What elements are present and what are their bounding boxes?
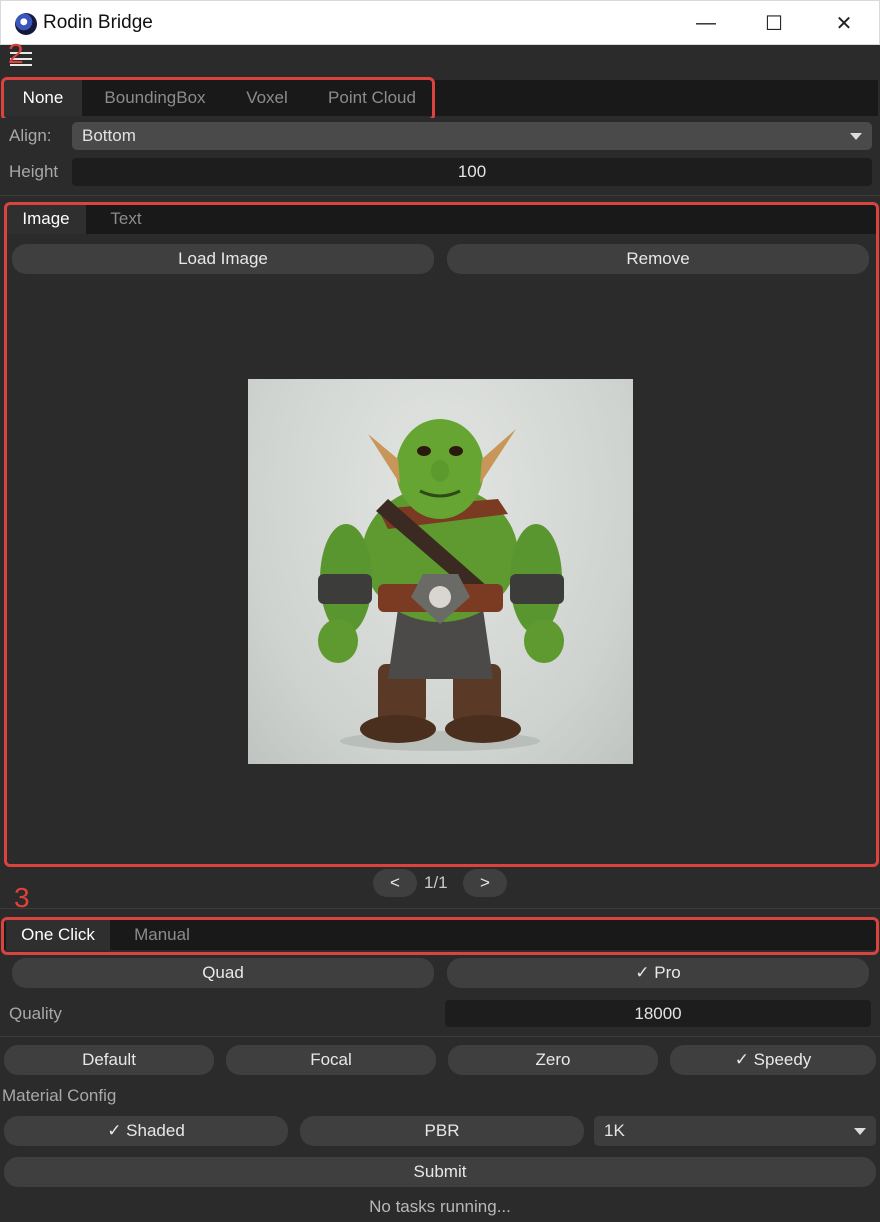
annotation-number-2: 2 <box>8 38 24 69</box>
minimize-button[interactable]: — <box>671 1 741 45</box>
maximize-button[interactable]: ☐ <box>739 1 809 45</box>
focal-preset-button[interactable]: Focal <box>226 1045 436 1075</box>
align-value: Bottom <box>82 126 136 145</box>
window-title: Rodin Bridge <box>43 12 153 33</box>
chevron-down-icon <box>854 1128 866 1135</box>
shaded-button[interactable]: ✓ Shaded <box>4 1116 288 1146</box>
submit-button[interactable]: Submit <box>4 1157 876 1187</box>
resolution-value: 1K <box>604 1121 625 1140</box>
annotation-box-2 <box>1 77 435 121</box>
align-label: Align: <box>9 126 52 145</box>
zero-preset-button[interactable]: Zero <box>448 1045 658 1075</box>
next-image-button[interactable]: > <box>463 869 507 897</box>
menu-bar <box>0 45 880 77</box>
annotation-box-3 <box>1 917 879 955</box>
pbr-button[interactable]: PBR <box>300 1116 584 1146</box>
close-button[interactable]: ✕ <box>809 1 879 45</box>
divider <box>0 195 880 196</box>
page-indicator: 1/1 <box>424 873 448 892</box>
speedy-preset-button[interactable]: ✓ Speedy <box>670 1045 876 1075</box>
chevron-down-icon <box>850 133 862 140</box>
material-config-label: Material Config <box>2 1086 117 1105</box>
bbox-settings: Align: Bottom Height 100 <box>0 118 880 194</box>
prev-image-button[interactable]: < <box>373 869 417 897</box>
title-bar: Rodin Bridge — ☐ ✕ <box>0 0 880 45</box>
divider <box>0 908 880 909</box>
quad-button[interactable]: Quad <box>12 958 434 988</box>
quality-label: Quality <box>9 1004 62 1023</box>
height-label: Height <box>9 162 59 181</box>
default-preset-button[interactable]: Default <box>4 1045 214 1075</box>
height-input[interactable]: 100 <box>72 158 872 186</box>
divider <box>0 1036 880 1037</box>
app-logo-icon <box>15 13 37 35</box>
annotation-box-1 <box>4 202 879 867</box>
status-text: No tasks running... <box>369 1197 511 1216</box>
resolution-dropdown[interactable]: 1K <box>594 1116 876 1146</box>
pro-button[interactable]: ✓ Pro <box>447 958 869 988</box>
align-dropdown[interactable]: Bottom <box>72 122 872 150</box>
quality-input[interactable]: 18000 <box>445 1000 871 1027</box>
